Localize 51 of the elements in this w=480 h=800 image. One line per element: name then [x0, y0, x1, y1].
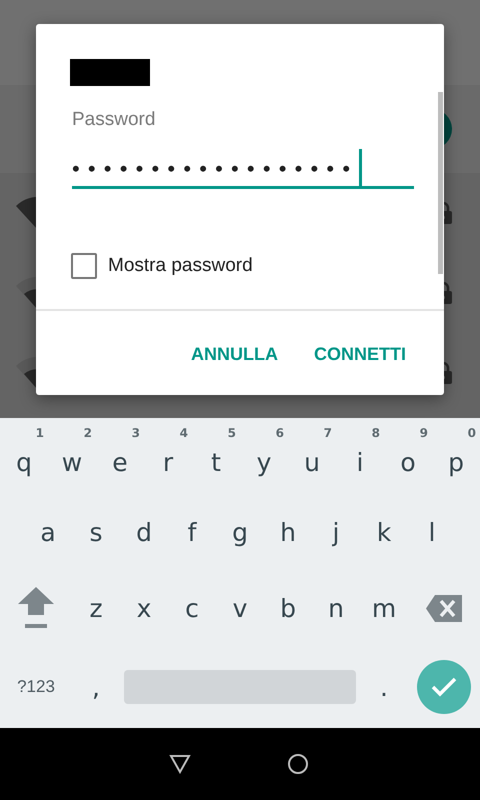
shift-icon: [18, 587, 54, 629]
keyboard-key[interactable]: .: [360, 649, 408, 725]
keyboard-key[interactable]: v: [216, 570, 264, 646]
keyboard-key[interactable]: q 1: [0, 418, 48, 494]
check-icon: [431, 677, 457, 697]
keyboard-key[interactable]: b: [264, 570, 312, 646]
key-hint: 5: [228, 426, 236, 440]
keyboard-key[interactable]: j: [312, 494, 360, 570]
dialog-button[interactable]: ANNULLA: [177, 336, 292, 373]
field-label: Password: [72, 109, 156, 131]
keyboard-key[interactable]: z: [72, 570, 120, 646]
keyboard-key[interactable]: x: [120, 570, 168, 646]
keyboard-key[interactable]: w 2: [48, 418, 96, 494]
key-hint: 6: [276, 426, 284, 440]
keyboard-key[interactable]: a: [24, 494, 72, 570]
back-icon[interactable]: [169, 754, 191, 774]
keyboard-key[interactable]: r 4: [144, 418, 192, 494]
key-hint: 9: [420, 426, 428, 440]
key-hint: 8: [372, 426, 380, 440]
keyboard-key[interactable]: k: [360, 494, 408, 570]
key-hint: 0: [468, 426, 476, 440]
keyboard-key[interactable]: l: [408, 494, 456, 570]
backspace-icon: [426, 594, 462, 622]
checkbox-label: Mostra password: [108, 255, 253, 277]
symbols-key[interactable]: ?123: [0, 649, 72, 725]
keyboard-key[interactable]: p 0: [432, 418, 480, 494]
key-hint: 2: [84, 426, 92, 440]
keyboard-key[interactable]: n: [312, 570, 360, 646]
checkbox[interactable]: [71, 253, 97, 279]
keyboard-key[interactable]: u 7: [288, 418, 336, 494]
done-key[interactable]: [417, 660, 471, 714]
keyboard-key[interactable]: c: [168, 570, 216, 646]
keyboard-key[interactable]: d: [120, 494, 168, 570]
key-hint: 7: [324, 426, 332, 440]
keyboard-key[interactable]: g: [216, 494, 264, 570]
password-field[interactable]: ••••••••••••••••••: [72, 148, 414, 189]
keyboard-key[interactable]: m: [360, 570, 408, 646]
key-hint: 4: [180, 426, 188, 440]
keyboard-key[interactable]: t 5: [192, 418, 240, 494]
keyboard-key[interactable]: h: [264, 494, 312, 570]
home-icon[interactable]: [287, 753, 309, 775]
keyboard-key[interactable]: i 8: [336, 418, 384, 494]
keyboard-key[interactable]: s: [72, 494, 120, 570]
keyboard-key[interactable]: f: [168, 494, 216, 570]
keyboard-key[interactable]: ,: [72, 649, 120, 725]
keyboard-key[interactable]: e 3: [96, 418, 144, 494]
key-hint: 1: [36, 426, 44, 440]
keyboard-key[interactable]: o 9: [384, 418, 432, 494]
keyboard-key[interactable]: y 6: [240, 418, 288, 494]
dialog-button[interactable]: CONNETTI: [300, 336, 416, 373]
key-hint: 3: [132, 426, 140, 440]
